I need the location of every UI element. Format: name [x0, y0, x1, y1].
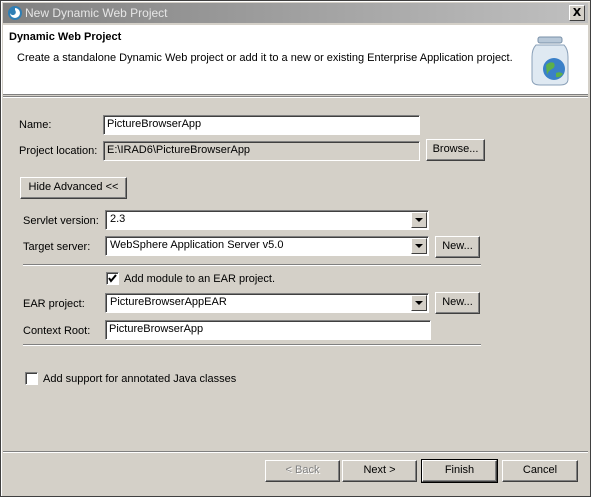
target-server-value: WebSphere Application Server v5.0	[110, 239, 284, 251]
finish-button[interactable]: Finish	[421, 459, 498, 483]
close-button[interactable]: X	[569, 5, 585, 21]
annotated-java-checkbox[interactable]	[25, 372, 38, 385]
chevron-down-icon[interactable]	[411, 238, 427, 254]
header-separator	[3, 96, 588, 98]
browse-button[interactable]: Browse...	[426, 139, 485, 161]
eclipse-icon	[8, 6, 22, 20]
title-bar[interactable]: New Dynamic Web Project X	[3, 3, 588, 23]
project-location-field: E:\IRAD6\PictureBrowserApp	[103, 141, 420, 161]
new-server-button[interactable]: New...	[435, 236, 480, 258]
web-project-jar-globe-icon	[531, 36, 569, 86]
chevron-down-icon[interactable]	[411, 212, 427, 228]
cancel-button[interactable]: Cancel	[502, 460, 578, 482]
window-title: New Dynamic Web Project	[25, 6, 168, 20]
hide-advanced-button[interactable]: Hide Advanced <<	[20, 177, 127, 199]
servlet-version-select[interactable]: 2.3	[105, 210, 429, 230]
target-server-select[interactable]: WebSphere Application Server v5.0	[105, 236, 429, 256]
section-divider-2	[23, 344, 481, 346]
new-dynamic-web-project-dialog: New Dynamic Web Project X Dynamic Web Pr…	[0, 0, 591, 497]
ear-project-label: EAR project:	[23, 298, 85, 310]
ear-project-value: PictureBrowserAppEAR	[110, 296, 227, 308]
add-to-ear-checkbox[interactable]	[106, 272, 119, 285]
servlet-version-label: Servlet version:	[23, 215, 99, 227]
checkmark-icon	[108, 274, 117, 283]
project-location-label: Project location:	[19, 145, 98, 157]
servlet-version-value: 2.3	[110, 213, 126, 225]
annotated-java-label[interactable]: Add support for annotated Java classes	[43, 373, 236, 385]
name-label: Name:	[19, 119, 52, 131]
ear-project-select[interactable]: PictureBrowserAppEAR	[105, 293, 429, 313]
wizard-header: Dynamic Web Project Create a standalone …	[3, 25, 588, 95]
target-server-label: Target server:	[23, 241, 91, 253]
next-button[interactable]: Next >	[342, 460, 417, 482]
add-to-ear-label[interactable]: Add module to an EAR project.	[124, 273, 275, 285]
context-root-label: Context Root:	[23, 325, 91, 337]
chevron-down-icon[interactable]	[411, 295, 427, 311]
section-divider	[23, 264, 481, 266]
project-name-input[interactable]: PictureBrowserApp	[103, 115, 420, 135]
back-button[interactable]: < Back	[265, 460, 340, 482]
page-title: Dynamic Web Project	[9, 31, 122, 43]
new-ear-button[interactable]: New...	[435, 292, 480, 314]
page-description: Create a standalone Dynamic Web project …	[17, 52, 513, 64]
footer-separator	[3, 451, 588, 453]
context-root-input[interactable]: PictureBrowserApp	[105, 320, 431, 340]
